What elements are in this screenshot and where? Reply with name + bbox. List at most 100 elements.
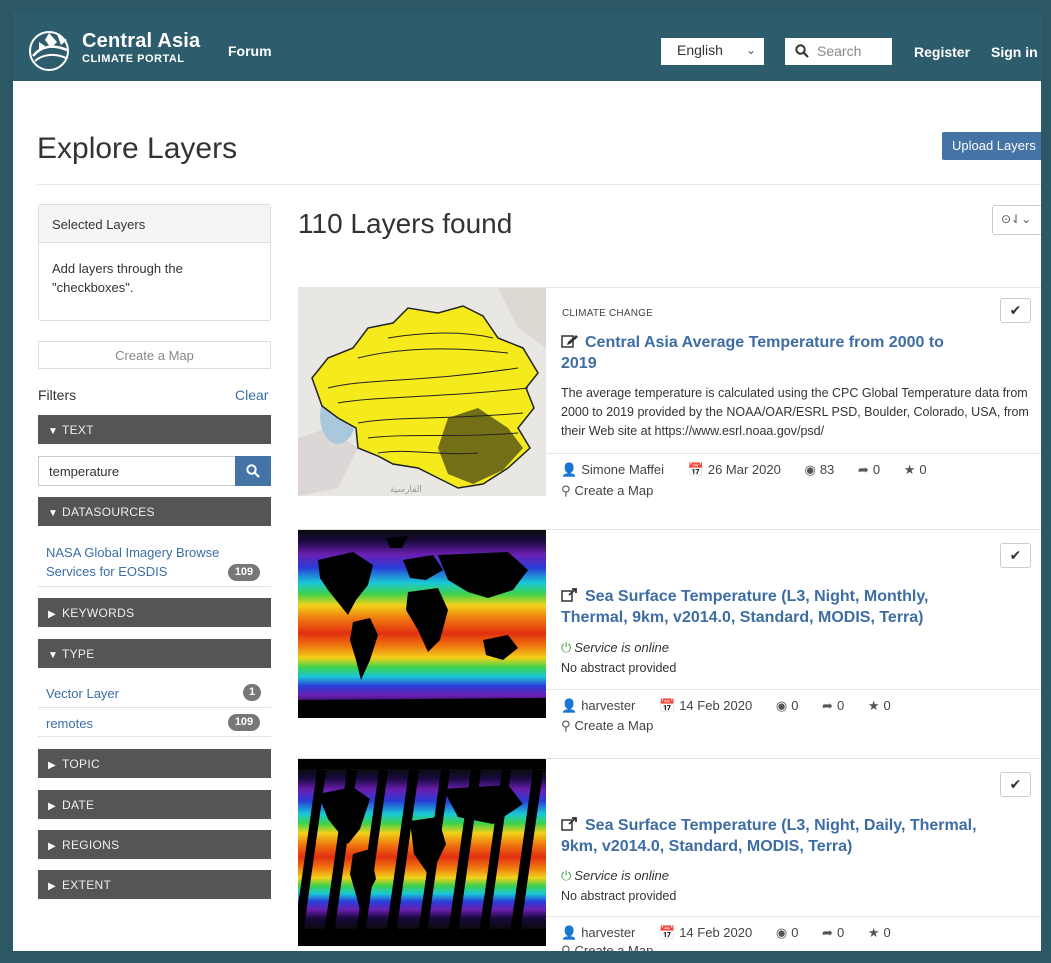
filter-section-label: TYPE (62, 647, 95, 661)
external-link-icon (561, 817, 577, 831)
filter-section-label: REGIONS (62, 838, 120, 852)
service-status: ⏻ Service is online (561, 868, 669, 884)
type-filter-vector-layer[interactable]: Vector Layer (46, 684, 119, 703)
clear-filters-link[interactable]: Clear (235, 387, 268, 403)
share-icon: ➦ (822, 698, 833, 713)
type-count-badge: 1 (243, 684, 261, 701)
layer-author[interactable]: harvester (581, 925, 635, 940)
share-icon: ➦ (822, 925, 833, 940)
share-icon: ➦ (857, 462, 869, 477)
page-title: Explore Layers (37, 132, 238, 165)
selected-layers-header: Selected Layers (39, 205, 270, 243)
layer-title-link[interactable]: Sea Surface Temperature (L3, Night, Mont… (561, 586, 981, 628)
layer-views: 0 (791, 925, 799, 940)
layer-date: 26 Mar 2020 (707, 462, 781, 477)
user-icon: 👤 (561, 925, 578, 940)
star-icon: ★ (867, 698, 880, 713)
chevron-down-icon: ▼ (48, 426, 59, 437)
filter-section-datasources[interactable]: ▼ DATASOURCES (38, 497, 271, 526)
layer-card: ✔ Sea Surface Temperature (L3, Night, Mo… (298, 529, 1041, 735)
create-map-button[interactable]: Create a Map (38, 341, 271, 369)
portal-logo[interactable] (27, 28, 75, 72)
layer-meta: 👤 Simone Maffei 📅 26 Mar 2020 ◉ 83 ➦ 0 ★ 0 (561, 462, 947, 478)
filter-divider (38, 707, 271, 708)
filter-section-keywords[interactable]: ▶ KEYWORDS (38, 598, 271, 627)
register-link[interactable]: Register (914, 44, 970, 60)
filters-label: Filters (38, 387, 77, 403)
layer-thumbnail-central-asia[interactable]: الفارسية (298, 288, 546, 496)
eye-icon: ◉ (775, 698, 788, 713)
select-layer-checkbox[interactable]: ✔ (1000, 772, 1031, 797)
sort-dropdown-button[interactable]: ⊙⇃⌄ (992, 205, 1041, 235)
star-icon: ★ (867, 925, 880, 940)
filter-section-label: KEYWORDS (62, 606, 135, 620)
type-count-badge: 109 (228, 714, 260, 731)
select-layer-checkbox[interactable]: ✔ (1000, 543, 1031, 568)
chevron-right-icon: ▶ (48, 841, 56, 852)
edit-icon (561, 335, 578, 348)
filter-section-regions[interactable]: ▶ REGIONS (38, 830, 271, 859)
filter-section-label: EXTENT (62, 878, 112, 892)
layer-card: الفارسية CLIMATE CHANGE ✔ Central Asia A… (298, 287, 1041, 509)
sign-in-link[interactable]: Sign in (991, 44, 1038, 60)
datasource-count-badge: 109 (228, 564, 260, 581)
type-filter-remotes[interactable]: remotes (46, 714, 93, 733)
layer-author[interactable]: harvester (581, 698, 635, 713)
create-map-label: Create a Map (574, 483, 654, 498)
layer-title-link[interactable]: Central Asia Average Temperature from 20… (561, 332, 981, 374)
power-icon: ⏻ (561, 868, 572, 883)
calendar-icon: 📅 (687, 462, 704, 477)
map-marker-icon: ⚲ (561, 943, 571, 951)
layer-stars: 0 (883, 698, 891, 713)
nav-forum-link[interactable]: Forum (228, 43, 272, 59)
chevron-right-icon: ▶ (48, 881, 56, 892)
layer-shares: 0 (872, 462, 881, 477)
layer-category: CLIMATE CHANGE (562, 308, 653, 319)
service-status-text: Service is online (574, 868, 669, 883)
datasource-link[interactable]: NASA Global Imagery Browse Services for … (46, 543, 236, 581)
meta-divider (546, 916, 1041, 917)
layer-card: ✔ Sea Surface Temperature (L3, Night, Da… (298, 758, 1041, 951)
layer-abstract: No abstract provided (561, 661, 677, 675)
filter-section-type[interactable]: ▼ TYPE (38, 639, 271, 668)
layer-author[interactable]: Simone Maffei (581, 462, 664, 477)
selected-layers-panel: Selected Layers Add layers through the "… (38, 204, 271, 321)
layer-stars: 0 (919, 462, 927, 477)
layer-create-map-link[interactable]: ⚲ Create a Map (561, 943, 653, 951)
search-placeholder: Search (817, 43, 862, 59)
filter-divider (38, 736, 271, 737)
layer-create-map-link[interactable]: ⚲ Create a Map (561, 483, 653, 499)
layer-abstract: No abstract provided (561, 889, 677, 903)
language-select[interactable]: English ⌄ (661, 38, 764, 65)
layer-views: 0 (791, 698, 799, 713)
layer-thumbnail-sst-monthly[interactable] (298, 530, 546, 718)
layer-thumbnail-sst-daily[interactable] (298, 759, 546, 946)
layer-date: 14 Feb 2020 (679, 698, 753, 713)
layer-title-text: Sea Surface Temperature (L3, Night, Dail… (561, 817, 977, 855)
map-marker-icon: ⚲ (561, 483, 571, 498)
filter-section-label: DATE (62, 798, 95, 812)
sort-icon: ⊙⇃⌄ (1001, 212, 1032, 226)
upload-layers-button[interactable]: Upload Layers (942, 132, 1041, 160)
layer-title-link[interactable]: Sea Surface Temperature (L3, Night, Dail… (561, 815, 981, 857)
filter-section-text[interactable]: ▼ TEXT (38, 415, 271, 444)
search-input[interactable]: Search (785, 38, 892, 65)
select-layer-checkbox[interactable]: ✔ (1000, 298, 1031, 323)
star-icon: ★ (903, 462, 916, 477)
text-filter-input[interactable]: temperature (38, 456, 235, 486)
filter-section-label: DATASOURCES (62, 505, 155, 519)
selected-layers-hint: Add layers through the "checkboxes". (52, 261, 183, 295)
layer-create-map-link[interactable]: ⚲ Create a Map (561, 718, 653, 734)
brand-line-2: CLIMATE PORTAL (82, 53, 185, 65)
text-filter-search-button[interactable] (235, 456, 271, 486)
create-map-label: Create a Map (574, 943, 654, 951)
filter-section-topic[interactable]: ▶ TOPIC (38, 749, 271, 778)
filter-section-extent[interactable]: ▶ EXTENT (38, 870, 271, 899)
filter-section-date[interactable]: ▶ DATE (38, 790, 271, 819)
brand-name[interactable]: Central Asia CLIMATE PORTAL (82, 31, 200, 65)
meta-divider (546, 689, 1041, 690)
meta-divider (546, 453, 1041, 454)
chevron-down-icon: ▼ (48, 650, 59, 661)
user-icon: 👤 (561, 698, 578, 713)
top-navbar: Central Asia CLIMATE PORTAL Forum Englis… (13, 12, 1041, 81)
